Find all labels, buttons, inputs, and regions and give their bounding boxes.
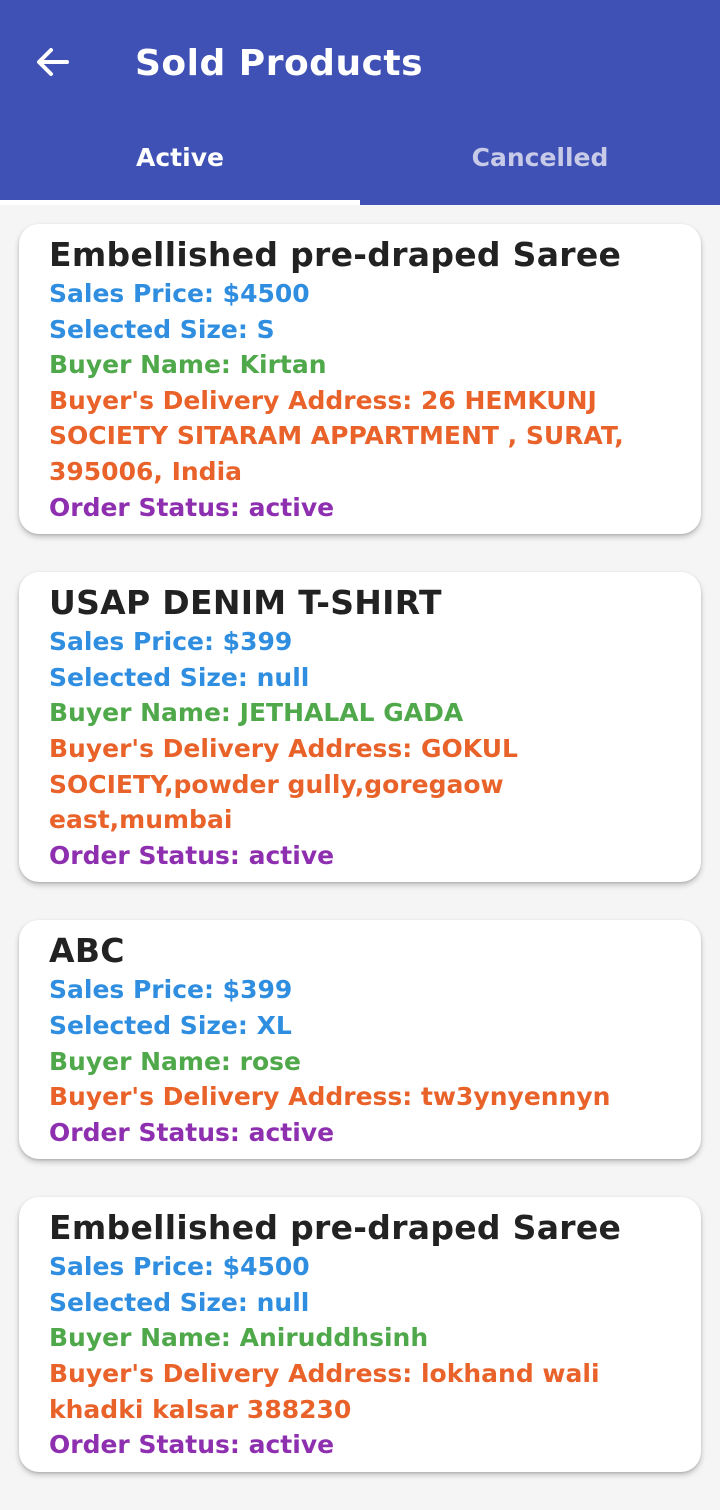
- tab-indicator: [0, 200, 360, 205]
- selected-size: Selected Size: null: [49, 1287, 310, 1317]
- arrow-left-icon: [35, 47, 69, 81]
- order-status: Order Status: active: [49, 1117, 335, 1147]
- sales-price: Sales Price: $399: [49, 627, 293, 657]
- order-card[interactable]: ABC Sales Price: $399 Selected Size: XL …: [19, 920, 701, 1160]
- tab-bar: Active Cancelled: [0, 120, 720, 205]
- back-button[interactable]: [22, 36, 82, 92]
- tab-active[interactable]: Active: [0, 120, 360, 205]
- product-name: ABC: [49, 931, 125, 971]
- sales-price: Sales Price: $399: [49, 975, 293, 1005]
- selected-size: Selected Size: XL: [49, 1010, 292, 1040]
- order-status: Order Status: active: [49, 840, 335, 870]
- order-status: Order Status: active: [49, 1430, 335, 1460]
- sales-price: Sales Price: $4500: [49, 279, 310, 308]
- buyer-name: Buyer Name: Kirtan: [49, 350, 327, 380]
- delivery-address: Buyer's Delivery Address: GOKUL SOCIETY,…: [49, 733, 518, 835]
- delivery-address: Buyer's Delivery Address: 26 HEMKUNJ SOC…: [49, 385, 624, 486]
- selected-size: Selected Size: null: [49, 662, 310, 692]
- order-card[interactable]: USAP DENIM T-SHIRT Sales Price: $399 Sel…: [19, 572, 701, 883]
- order-status: Order Status: active: [49, 492, 335, 522]
- order-card[interactable]: Embellished pre-draped Saree Sales Price…: [19, 1197, 701, 1472]
- product-name: Embellished pre-draped Saree: [49, 235, 622, 274]
- delivery-address: Buyer's Delivery Address: lokhand wali k…: [49, 1359, 600, 1424]
- sales-price: Sales Price: $4500: [49, 1252, 310, 1282]
- app-bar: Sold Products Active Cancelled: [0, 0, 720, 205]
- buyer-name: Buyer Name: rose: [49, 1046, 301, 1076]
- page-title: Sold Products: [135, 43, 424, 84]
- order-card[interactable]: Embellished pre-draped Saree Sales Price…: [19, 224, 701, 535]
- selected-size: Selected Size: S: [49, 314, 275, 344]
- tab-cancelled[interactable]: Cancelled: [360, 120, 720, 205]
- delivery-address: Buyer's Delivery Address: tw3ynyennyn: [49, 1082, 611, 1112]
- sold-products-list[interactable]: Embellished pre-draped Saree Sales Price…: [19, 224, 701, 1510]
- product-name: Embellished pre-draped Saree: [49, 1208, 622, 1248]
- buyer-name: Buyer Name: JETHALAL GADA: [49, 698, 464, 728]
- product-name: USAP DENIM T-SHIRT: [49, 583, 442, 623]
- buyer-name: Buyer Name: Aniruddhsinh: [49, 1323, 429, 1353]
